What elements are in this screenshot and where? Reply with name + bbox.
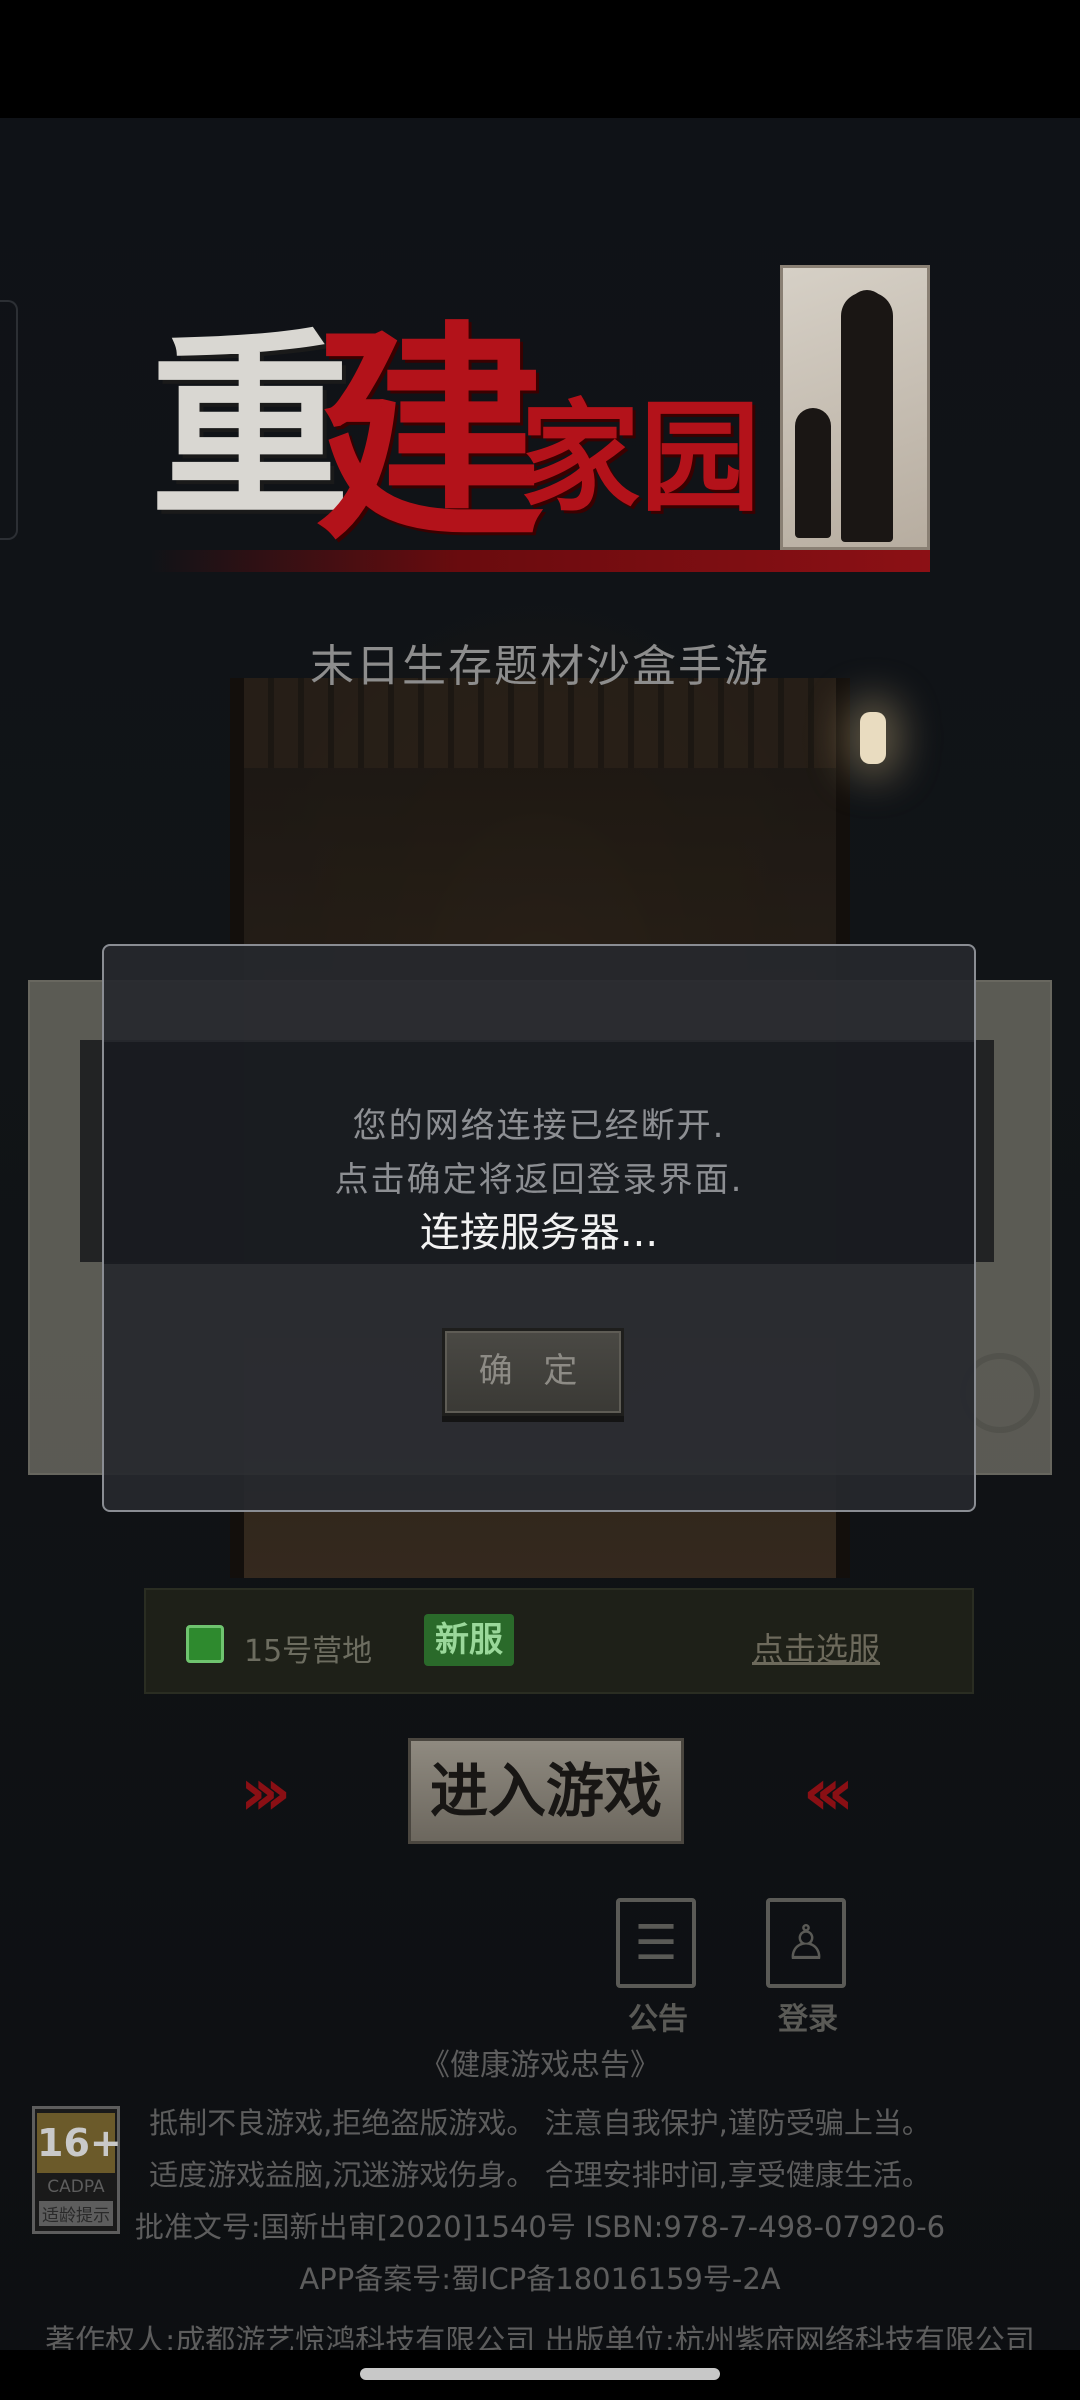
server-status-icon — [186, 1625, 224, 1663]
notice-button[interactable]: ☰ 公告 — [616, 1898, 700, 2038]
notice-label: 公告 — [628, 2002, 688, 2037]
health-line-2: 适度游戏益脑,沉迷游戏伤身。 合理安排时间,享受健康生活。 — [149, 2158, 931, 2192]
user-icon: ♙ — [766, 1898, 846, 1988]
new-server-badge: 新服 — [424, 1614, 514, 1666]
wall-lamp — [860, 712, 886, 764]
notice-icon: ☰ — [616, 1898, 696, 1988]
age-rating: 16+ — [37, 2113, 122, 2173]
login-button[interactable]: ♙ 登录 — [766, 1898, 850, 2038]
select-server-link[interactable]: 点击选服 — [752, 1624, 880, 1670]
health-notice: 《健康游戏忠告》 抵制不良游戏,拒绝盗版游戏。 注意自我保护,谨防受骗上当。 适… — [0, 2040, 1080, 2298]
status-bar — [0, 0, 1080, 118]
health-line-1: 抵制不良游戏,拒绝盗版游戏。 注意自我保护,谨防受骗上当。 — [149, 2106, 931, 2140]
login-label: 登录 — [778, 2002, 838, 2037]
home-indicator[interactable] — [360, 2368, 720, 2380]
game-logo: 重 建 家园 — [150, 250, 930, 590]
confirm-button[interactable]: 确 定 — [442, 1328, 624, 1416]
logo-chars-jiayuan: 家园 — [520, 387, 760, 528]
logo-blood-stroke — [150, 550, 930, 572]
logo-char-jian: 建 — [315, 301, 546, 571]
dialog-message-line-1: 您的网络连接已经断开. — [352, 1106, 726, 1146]
right-arrows-icon: ‹‹‹ — [802, 1756, 854, 1830]
approval-number: 批准文号:国新出审[2020]1540号 ISBN:978-7-498-0792… — [134, 2210, 946, 2244]
connecting-status: 连接服务器... — [419, 1210, 659, 1256]
age-rating-org: CADPA — [47, 2177, 105, 2197]
server-selector[interactable]: 15号营地 新服 点击选服 — [144, 1588, 974, 1694]
dialog-message-line-2: 点击确定将返回登录界面. — [334, 1160, 744, 1200]
server-name: 15号营地 — [244, 1634, 373, 1669]
health-title: 《健康游戏忠告》 — [420, 2048, 660, 2083]
enter-game-button[interactable]: 进入游戏 — [408, 1738, 684, 1844]
age-rating-badge[interactable]: 16+ CADPA 适龄提示 — [32, 2106, 122, 2234]
icp-number: APP备案号:蜀ICP备18016159号-2A — [299, 2262, 781, 2296]
logo-char-zhong: 重 — [150, 310, 350, 545]
side-drawer-handle[interactable] — [0, 300, 18, 540]
network-disconnected-dialog: 您的网络连接已经断开. 点击确定将返回登录界面. 连接服务器... 确 定 — [102, 944, 976, 1512]
enter-game-row: ››› 进入游戏 ‹‹‹ — [240, 1738, 854, 1844]
game-subtitle: 末日生存题材沙盒手游 — [310, 641, 770, 692]
logo-silhouette-panel — [780, 265, 930, 550]
left-arrows-icon: ››› — [240, 1756, 291, 1830]
age-rating-tip: 适龄提示 — [39, 2201, 113, 2226]
adult-silhouette — [841, 290, 893, 542]
child-silhouette — [795, 408, 831, 538]
